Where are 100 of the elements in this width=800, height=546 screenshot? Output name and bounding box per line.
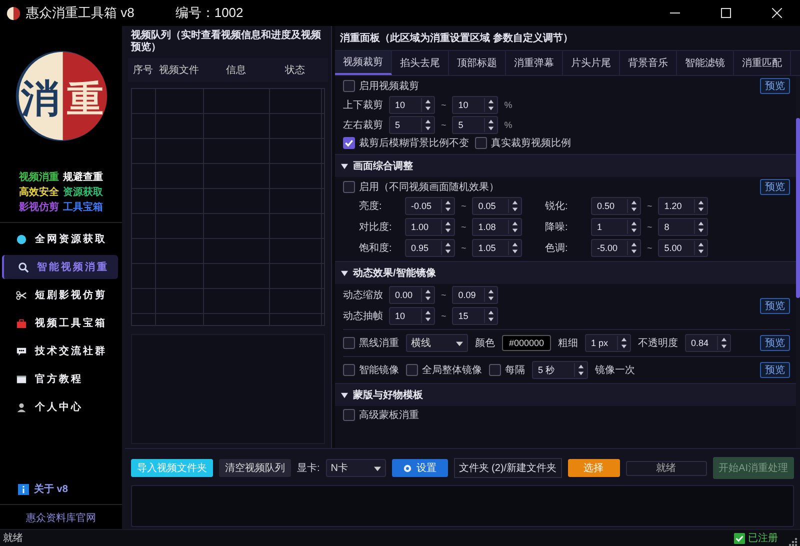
website-link[interactable]: 惠众资料库官网 xyxy=(26,513,96,524)
number-field[interactable]: 0.09 xyxy=(452,286,498,304)
number-field[interactable]: -5.00 xyxy=(591,239,641,257)
gear-icon xyxy=(403,464,412,472)
field-label: 动态抽帧 xyxy=(343,310,383,323)
field-label: 不透明度 xyxy=(638,336,678,350)
slogan-text: 资源获取 xyxy=(63,186,103,199)
number-field[interactable]: 15 xyxy=(452,307,498,325)
checkbox[interactable] xyxy=(343,337,355,349)
progress-text: 就绪 xyxy=(656,462,676,474)
tab[interactable]: 消重弹幕 xyxy=(506,51,563,75)
gpu-select[interactable]: N卡 xyxy=(326,459,386,477)
number-field[interactable]: 10 xyxy=(389,96,435,114)
number-field[interactable]: 1 xyxy=(591,218,641,236)
number-field[interactable]: 1 px xyxy=(585,334,632,352)
tab[interactable]: 消重匹配 xyxy=(734,51,791,75)
number-field[interactable]: 0.95 xyxy=(405,239,455,257)
field-label: 亮度: xyxy=(359,200,383,213)
checkbox[interactable] xyxy=(489,364,501,376)
nav-item[interactable]: 短剧影视仿剪 xyxy=(2,283,118,307)
tab[interactable]: 视频裁剪 xyxy=(335,51,392,75)
chat-icon xyxy=(16,346,27,356)
section-title: 动态效果/智能镜像 xyxy=(353,266,436,280)
range-separator: ~ xyxy=(441,290,446,300)
tab[interactable]: 智能滤镜 xyxy=(677,51,734,75)
preview-button[interactable]: 预览 xyxy=(760,298,790,314)
column-header: 视频文件 xyxy=(158,64,200,77)
checkbox[interactable] xyxy=(343,80,355,92)
checkbox-label: 黑线消重 xyxy=(359,336,399,350)
registration-status: 已注册 xyxy=(748,532,778,545)
nav-item[interactable]: 视频工具宝箱 xyxy=(2,311,118,335)
checkbox-label: 启用（不同视频画面随机效果） xyxy=(359,180,499,194)
preview-button[interactable]: 预览 xyxy=(760,362,790,378)
section-header[interactable]: 画面综合调整 xyxy=(335,154,796,177)
serial-number: 编号：1002 xyxy=(175,4,244,22)
field-label: 锐化: xyxy=(545,200,569,213)
tab[interactable]: 掐头去尾 xyxy=(392,51,449,75)
nav-item[interactable]: 个人中心 xyxy=(2,395,118,419)
number-field[interactable]: 1.00 xyxy=(405,218,455,236)
about-link[interactable]: 关于 v8 xyxy=(34,482,68,496)
tab[interactable]: 顶部标题 xyxy=(449,51,506,75)
line-type-select[interactable]: 横线 xyxy=(406,334,468,352)
window-title: 惠众消重工具箱 v8 xyxy=(26,4,134,22)
checkbox[interactable] xyxy=(475,137,487,149)
number-field[interactable]: 5 xyxy=(452,116,498,134)
number-field[interactable]: 10 xyxy=(452,96,498,114)
number-field[interactable]: 1.20 xyxy=(658,197,708,215)
tab[interactable]: 背景音乐 xyxy=(620,51,677,75)
status-message: 就绪 xyxy=(3,532,23,545)
field-label: 粗细 xyxy=(558,337,578,350)
close-icon xyxy=(772,8,782,18)
number-field[interactable]: 8 xyxy=(658,218,708,236)
field-label: 左右裁剪 xyxy=(343,118,383,132)
number-field[interactable]: 0.00 xyxy=(389,286,435,304)
nav-item[interactable]: 全网资源获取 xyxy=(2,227,118,251)
scrollbar-thumb[interactable] xyxy=(796,118,800,298)
preview-button[interactable]: 预览 xyxy=(760,179,790,195)
section-header[interactable]: 蒙版与好物模板 xyxy=(335,383,796,406)
clear-button[interactable]: 清空视频队列 xyxy=(219,459,291,477)
section-header[interactable]: 动态效果/智能镜像 xyxy=(335,261,796,284)
number-field[interactable]: 0.84 xyxy=(685,334,732,352)
checkbox[interactable] xyxy=(343,181,355,193)
nav-item[interactable]: 技术交流社群 xyxy=(2,339,118,363)
number-field[interactable]: 5.00 xyxy=(658,239,708,257)
range-separator: ~ xyxy=(441,120,446,130)
panel-title: 视频队列（实时查看视频信息和进度及视频预览） xyxy=(130,28,322,55)
checkbox-label: 全局整体镜像 xyxy=(422,364,482,377)
preview-button[interactable]: 预览 xyxy=(760,78,790,94)
number-field[interactable]: 5 秒 xyxy=(532,361,588,379)
range-separator: ~ xyxy=(647,201,652,211)
scissors-icon xyxy=(16,290,27,300)
checkbox[interactable] xyxy=(343,409,355,421)
number-field[interactable]: 0.50 xyxy=(591,197,641,215)
field-label: 镜像一次 xyxy=(595,364,635,377)
folder-path-field[interactable]: 文件夹 (2)/新建文件夹 xyxy=(454,458,562,478)
number-field[interactable]: 1.08 xyxy=(472,218,522,236)
user-icon xyxy=(16,402,27,412)
column-header: 序号 xyxy=(132,64,154,77)
checkbox-label: 启用视频裁剪 xyxy=(359,80,419,93)
check-icon xyxy=(734,532,745,544)
logo-character: 重 xyxy=(67,78,103,120)
nav-item[interactable]: 官方教程 xyxy=(2,367,118,391)
settings-button[interactable]: 设置 xyxy=(392,459,448,477)
number-field[interactable]: 10 xyxy=(389,307,435,325)
number-field[interactable]: 1.05 xyxy=(472,239,522,257)
section-title: 画面综合调整 xyxy=(353,160,413,173)
color-field[interactable]: #000000 xyxy=(502,335,552,351)
checkbox[interactable] xyxy=(406,364,418,376)
range-separator: ~ xyxy=(647,222,652,232)
nav-item[interactable]: 智能视频消重 xyxy=(2,255,118,279)
slogan-text: 高效安全 xyxy=(19,185,59,199)
number-field[interactable]: -0.05 xyxy=(405,197,455,215)
tab[interactable]: 片头片尾 xyxy=(563,51,620,75)
checkbox[interactable] xyxy=(343,364,355,376)
resize-grip-icon xyxy=(789,538,797,546)
field-label: 对比度: xyxy=(359,220,393,234)
number-field[interactable]: 5 xyxy=(389,116,435,134)
checkbox[interactable] xyxy=(343,137,355,149)
preview-button[interactable]: 预览 xyxy=(760,335,790,351)
number-field[interactable]: 0.05 xyxy=(472,197,522,215)
